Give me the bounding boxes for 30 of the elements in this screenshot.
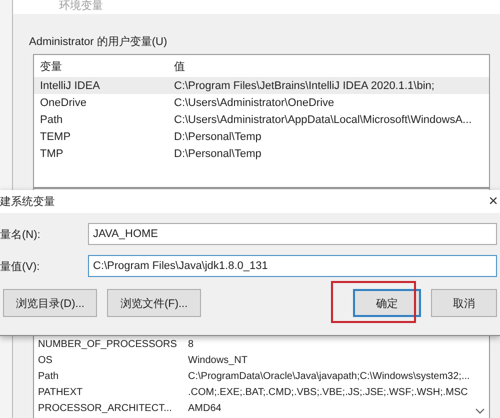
- table-cell-text: C:\ProgramData\Oracle\Java\javapath;C:\Windows\system32;...: [187, 370, 471, 382]
- table-cell-text: OS: [37, 354, 54, 366]
- field-label: 量值(V):: [0, 260, 41, 274]
- column-header: 变量: [39, 60, 63, 74]
- table-row[interactable]: TMP D:\Personal\Temp: [34, 145, 489, 162]
- scroll-down-icon[interactable]: [475, 408, 485, 414]
- table-cell-text: NUMBER_OF_PROCESSORS: [37, 338, 178, 350]
- dialog-title: 建系统变量: [0, 194, 55, 209]
- dialog-button[interactable]: 浏览目录(D)...: [3, 289, 98, 317]
- table-cell-text: PATHEXT: [37, 386, 84, 398]
- table-cell-text: Path: [37, 370, 60, 382]
- table-cell-text: 8: [187, 338, 195, 350]
- table-row[interactable]: OneDrive C:\Users\Administrator\OneDrive: [34, 94, 489, 111]
- close-button[interactable]: ×: [486, 192, 500, 210]
- table-cell-text: Windows_NT: [187, 354, 248, 366]
- dialog-button[interactable]: 浏览文件(F)...: [107, 289, 201, 317]
- dialog-button[interactable]: 确定: [353, 289, 421, 317]
- table-row[interactable]: Path C:\Users\Administrator\AppData\Local\Microsoft\WindowsA...: [34, 111, 489, 128]
- column-header: 值: [173, 60, 186, 74]
- table-row[interactable]: TEMP D:\Personal\Temp: [34, 128, 489, 145]
- input-field[interactable]: C:\Program Files\Java\jdk1.8.0_131: [88, 255, 497, 277]
- group-label: Administrator 的用户变量(U): [29, 34, 168, 48]
- table-cell-text: AMD64: [187, 402, 222, 414]
- table-row[interactable]: IntelliJ IDEA C:\Program Files\JetBrains\IntelliJ IDEA 2020.1.1\bin;: [34, 77, 489, 94]
- field-label: 量名(N):: [0, 228, 42, 242]
- table-cell-text: PROCESSOR_ARCHITECT...: [37, 402, 173, 414]
- input-field[interactable]: JAVA_HOME: [88, 223, 497, 245]
- dialog-button[interactable]: 取消: [431, 289, 497, 317]
- table-cell-text: .COM;.EXE;.BAT;.CMD;.VBS;.VBE;.JS;.JSE;.WSF;.WSH;.MSC: [187, 386, 469, 398]
- window-title: 环境变量: [13, 0, 500, 14]
